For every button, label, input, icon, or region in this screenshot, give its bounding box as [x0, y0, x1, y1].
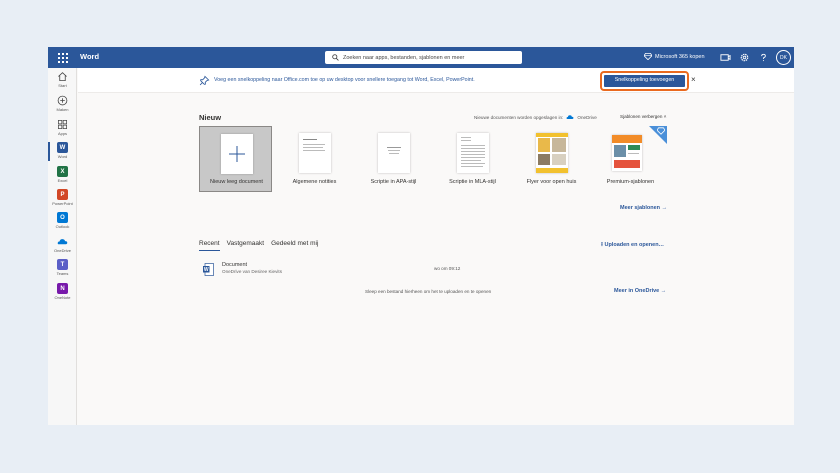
search-box[interactable] — [325, 51, 522, 64]
template-thumbnail — [536, 133, 568, 173]
diamond-icon — [644, 53, 652, 60]
upload-label: Uploaden en openen… — [604, 242, 665, 248]
pin-icon — [199, 75, 210, 86]
sidebar-item-word[interactable]: W Word — [48, 142, 77, 164]
sidebar: Start Maken Apps W Word X Excel P PowerP… — [48, 68, 77, 425]
buy-label: Microsoft 365 kopen — [655, 53, 705, 60]
sidebar-item-label: Word — [57, 154, 68, 159]
sidebar-item-powerpoint[interactable]: P PowerPoint — [48, 189, 77, 211]
avatar-initials: DK — [780, 54, 787, 61]
word-app-window: Word Microsoft 365 kopen DK Start Maken … — [48, 47, 794, 425]
banner-text: Voeg een snelkoppeling naar Office.com t… — [214, 77, 475, 83]
template-thumbnail — [299, 133, 331, 173]
onedrive-icon — [566, 115, 574, 119]
document-name[interactable]: Document — [222, 262, 247, 268]
template-thumbnail — [612, 135, 642, 171]
sidebar-item-label: PowerPoint — [52, 201, 73, 206]
search-input[interactable] — [343, 51, 513, 64]
shortcut-banner: Voeg een snelkoppeling naar Office.com t… — [78, 68, 794, 93]
feedback-icon[interactable] — [720, 52, 731, 63]
template-thumbnail — [457, 133, 489, 173]
sidebar-item-excel[interactable]: X Excel — [48, 166, 77, 188]
template-open-house-flyer[interactable]: Flyer voor open huis — [515, 126, 588, 192]
sidebar-item-label: OneDrive — [54, 248, 71, 253]
sidebar-item-maken[interactable]: Maken — [48, 95, 77, 117]
sidebar-item-onenote[interactable]: N OneNote — [48, 283, 77, 305]
tab-shared-with-me[interactable]: Gedeeld met mij — [271, 240, 318, 251]
sidebar-item-label: OneNote — [54, 295, 71, 300]
sidebar-item-onedrive[interactable]: OneDrive — [48, 236, 77, 258]
sidebar-item-label: Excel — [57, 178, 68, 183]
sidebar-item-teams[interactable]: T Teams — [48, 259, 77, 281]
outlook-icon: O — [57, 212, 68, 223]
search-icon — [332, 54, 339, 61]
tab-pinned[interactable]: Vastgemaakt — [227, 240, 264, 251]
sidebar-item-apps[interactable]: Apps — [48, 119, 77, 141]
app-launcher-icon[interactable] — [56, 51, 69, 64]
excel-icon: X — [57, 166, 68, 177]
template-name: Nieuw leeg document — [210, 179, 263, 185]
new-heading: Nieuw — [199, 113, 222, 122]
close-icon[interactable]: × — [691, 76, 696, 84]
add-shortcut-button[interactable]: Snelkoppeling toevoegen — [600, 71, 689, 91]
gear-icon[interactable] — [739, 52, 750, 63]
home-icon — [58, 72, 67, 82]
template-thumbnail — [221, 134, 253, 174]
onenote-icon: N — [57, 283, 68, 294]
save-location[interactable]: OneDrive — [577, 115, 596, 120]
word-icon: W — [57, 142, 68, 153]
onedrive-icon — [57, 239, 68, 245]
chevron-up-icon: ˄ — [663, 114, 667, 119]
template-apa-paper[interactable]: Scriptie in APA-stijl — [357, 126, 430, 192]
upload-and-open-button[interactable]: ⭱ Uploaden en openen… — [601, 241, 664, 250]
template-name: Scriptie in APA-stijl — [370, 179, 417, 185]
template-name: Scriptie in MLA-stijl — [449, 179, 496, 185]
upload-icon: ⭱ — [601, 242, 603, 248]
template-name: Premium-sjablonen — [606, 179, 655, 185]
template-name: Algemene notities — [292, 179, 337, 185]
sidebar-item-label: Teams — [56, 271, 69, 276]
hide-templates-toggle[interactable]: Sjablonen verbergen ˄ — [620, 114, 666, 119]
template-thumbnail — [378, 133, 410, 173]
add-shortcut-label: Snelkoppeling toevoegen — [604, 75, 685, 87]
diamond-icon — [657, 127, 665, 135]
recent-tabs: Recent Vastgemaakt Gedeeld met mij — [199, 240, 318, 251]
template-general-notes[interactable]: Algemene notities — [278, 126, 351, 192]
save-location-note: Nieuwe documenten worden opgeslagen in: … — [474, 114, 597, 120]
top-bar: Word Microsoft 365 kopen DK — [48, 47, 794, 68]
word-document-icon: W — [203, 263, 214, 276]
sidebar-item-label: Start — [58, 83, 67, 88]
avatar[interactable]: DK — [776, 50, 791, 65]
more-in-onedrive-link[interactable]: Meer in OneDrive → — [614, 288, 666, 294]
template-premium[interactable]: Premium-sjablonen — [594, 126, 667, 192]
sidebar-item-start[interactable]: Start — [48, 71, 77, 93]
more-templates-link[interactable]: Meer sjablonen → — [620, 205, 667, 211]
plus-circle-icon — [57, 95, 68, 106]
save-note-text: Nieuwe documenten worden opgeslagen in: — [474, 114, 564, 120]
hide-templates-label: Sjablonen verbergen — [620, 114, 663, 119]
teams-icon: T — [57, 259, 68, 270]
document-location: OneDrive van Desiree Kievits — [222, 269, 282, 274]
svg-text:W: W — [204, 267, 209, 273]
drop-hint: Sleep een bestand hierheen om het te upl… — [365, 289, 492, 294]
document-modified-time: wo om 09:12 — [434, 266, 461, 271]
app-name[interactable]: Word — [80, 52, 99, 61]
apps-icon — [58, 120, 67, 129]
sidebar-item-label: Outlook — [55, 224, 70, 229]
table-row[interactable]: W Document OneDrive van Desiree Kievits … — [199, 260, 672, 278]
buy-microsoft-365-link[interactable]: Microsoft 365 kopen — [644, 53, 705, 60]
tab-recent[interactable]: Recent — [199, 240, 220, 251]
sidebar-item-label: Apps — [57, 131, 68, 136]
plus-icon — [229, 146, 245, 162]
template-name: Flyer voor open huis — [526, 179, 577, 185]
help-icon[interactable] — [758, 52, 769, 63]
template-mla-paper[interactable]: Scriptie in MLA-stijl — [436, 126, 509, 192]
powerpoint-icon: P — [57, 189, 68, 200]
template-blank-document[interactable]: Nieuw leeg document — [199, 126, 272, 192]
sidebar-item-label: Maken — [56, 107, 69, 112]
sidebar-item-outlook[interactable]: O Outlook — [48, 212, 77, 234]
